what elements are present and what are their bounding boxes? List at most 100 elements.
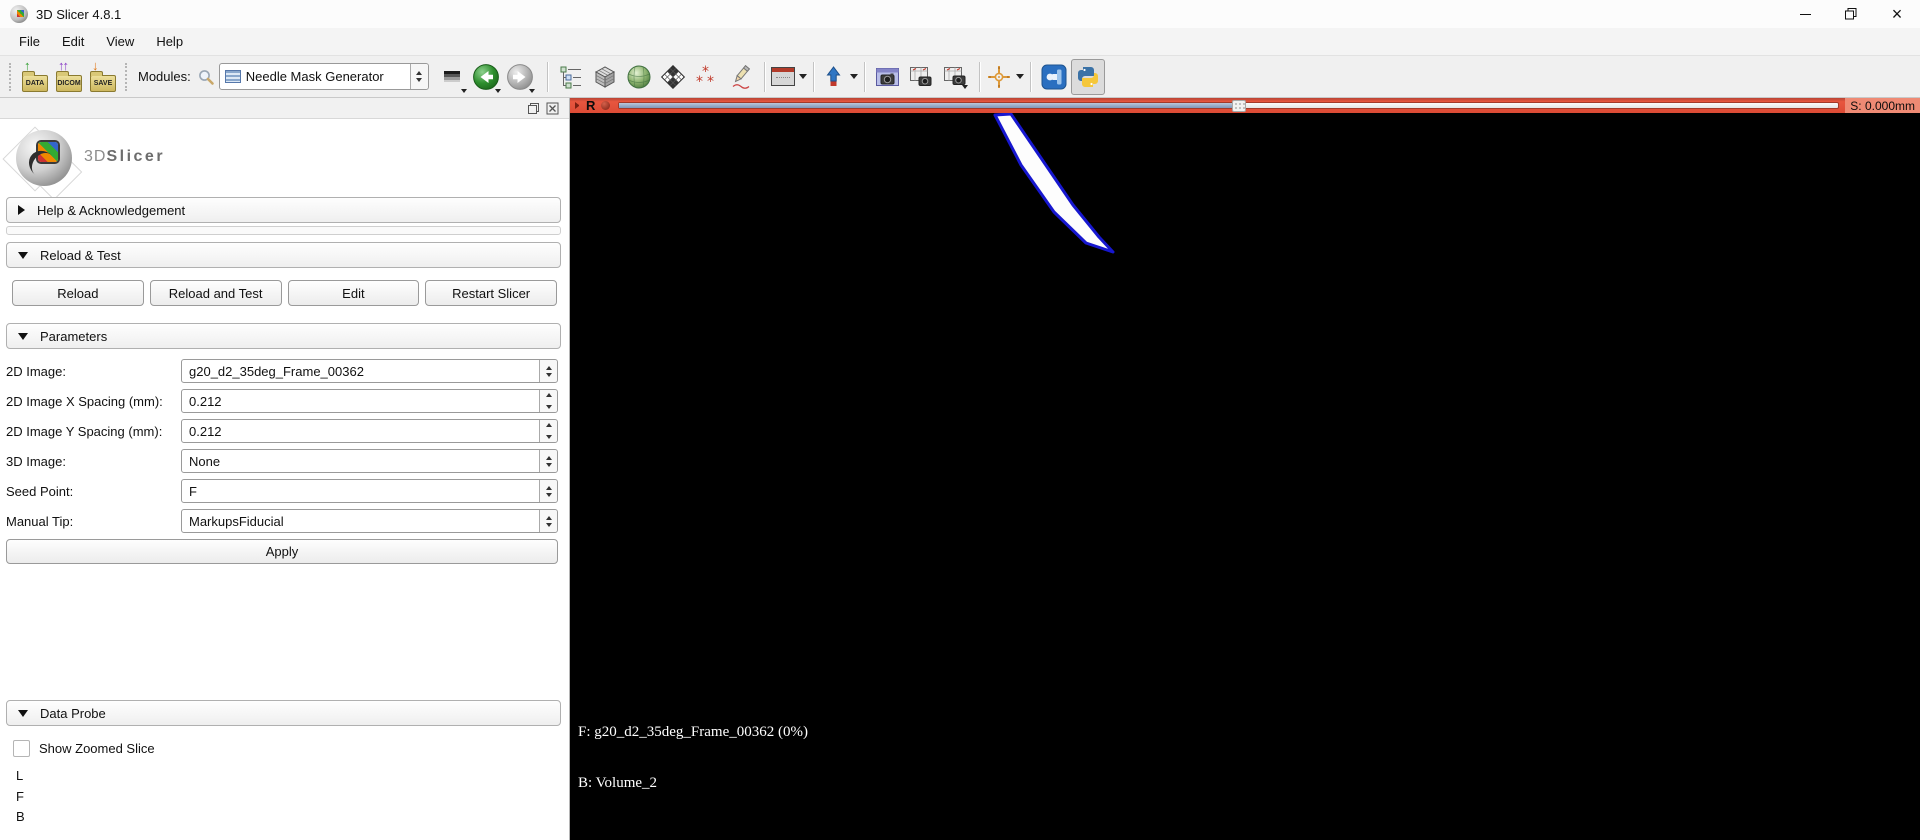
logo-text: 3DSlicer [84, 148, 166, 165]
toolbar-grip[interactable] [125, 62, 129, 91]
combo-arrows[interactable] [539, 360, 557, 382]
combo-arrows[interactable] [539, 510, 557, 532]
close-panel-icon[interactable] [546, 102, 559, 115]
window-title: 3D Slicer 4.8.1 [36, 6, 122, 22]
window-controls: × [1782, 0, 1920, 28]
markups-button[interactable]: * * * [690, 59, 724, 95]
dicom-folder-icon: DICOM [56, 70, 82, 92]
combo-value: None [189, 453, 221, 469]
slice-controller-bar: R S: 0.000mm [570, 98, 1920, 113]
reload-test-buttons: Reload Reload and Test Edit Restart Slic… [12, 280, 557, 306]
extensions-manager-button[interactable] [1037, 59, 1071, 95]
manual-tip-combo[interactable]: MarkupsFiducial [181, 509, 558, 533]
forward-icon [506, 63, 533, 90]
editor-button[interactable] [724, 59, 758, 95]
extensions-icon [1041, 64, 1067, 89]
crosshair-button[interactable] [986, 59, 1024, 95]
module-search-icon[interactable] [197, 68, 215, 86]
y-spacing-spinbox[interactable]: 0.212 [181, 419, 558, 443]
menu-bar: File Edit View Help [0, 28, 1920, 55]
dropdown-arrow-icon [798, 74, 807, 79]
collapsed-content-strip [6, 226, 561, 235]
combo-arrows[interactable] [539, 450, 557, 472]
python-console-button[interactable] [1070, 58, 1105, 95]
volumes-button[interactable] [588, 59, 622, 95]
slice-orientation-label: R [586, 98, 596, 113]
subject-hierarchy-icon [560, 66, 581, 88]
main-toolbar: ↑ DATA ↑↑ DICOM ↓ SAVE Modules: Needle M… [0, 55, 1920, 98]
edit-button[interactable]: Edit [287, 280, 420, 306]
menu-view[interactable]: View [95, 30, 145, 53]
param-label: Manual Tip: [6, 513, 74, 529]
toolbar-grip[interactable] [9, 62, 13, 91]
close-button[interactable]: × [1874, 0, 1920, 28]
models-sphere-icon [627, 65, 651, 88]
transforms-button[interactable] [656, 59, 690, 95]
combo-value: F [189, 483, 197, 499]
help-acknowledgement-section[interactable]: Help & Acknowledgement [6, 197, 561, 223]
fiducial-markups-icon: * * * [696, 64, 714, 90]
3d-image-combo[interactable]: None [181, 449, 558, 473]
module-forward-button[interactable] [503, 59, 537, 95]
back-icon [472, 63, 499, 90]
reload-test-section[interactable]: Reload & Test [6, 242, 561, 268]
scene-view-menu-button[interactable] [939, 59, 973, 95]
load-data-button[interactable]: ↑ DATA [18, 59, 52, 95]
collapse-pin-icon[interactable] [575, 102, 582, 109]
spinbox-value: 0.212 [189, 393, 222, 409]
slice-offset-slider[interactable] [618, 100, 1840, 112]
show-zoomed-slice-checkbox[interactable] [13, 740, 30, 757]
scene-view-camera-icon [910, 66, 932, 86]
layout-icon [770, 67, 795, 86]
menu-edit[interactable]: Edit [51, 30, 95, 53]
reload-and-test-button[interactable]: Reload and Test [149, 280, 282, 306]
slice-offset-value: S: 0.000mm [1845, 98, 1920, 113]
parameters-section[interactable]: Parameters [6, 323, 561, 349]
apply-button[interactable]: Apply [6, 539, 558, 564]
restore-button[interactable] [1828, 0, 1874, 28]
models-button[interactable] [622, 59, 656, 95]
subject-hierarchy-button[interactable] [554, 59, 588, 95]
restart-slicer-button[interactable]: Restart Slicer [425, 280, 557, 306]
dropdown-arrow-icon [1015, 74, 1024, 79]
module-history-button[interactable] [435, 59, 469, 95]
minimize-button[interactable] [1782, 0, 1828, 28]
dropdown-arrow-icon [494, 88, 501, 93]
screenshot-pin-button[interactable] [820, 59, 858, 95]
spin-arrows[interactable] [539, 420, 557, 442]
module-selector-combo[interactable]: Needle Mask Generator [218, 63, 429, 90]
module-back-button[interactable] [469, 59, 503, 95]
expanded-arrow-icon [18, 332, 28, 340]
seed-point-combo[interactable]: F [181, 479, 558, 503]
layout-selector-button[interactable] [770, 59, 807, 95]
red-slice-viewer[interactable]: R S: 0.000mm F: g20_d2_35deg_Frame_00362… [570, 98, 1920, 840]
spin-arrows[interactable] [539, 390, 557, 412]
slider-handle[interactable] [1231, 100, 1246, 112]
load-dicom-button[interactable]: ↑↑ DICOM [52, 59, 86, 95]
reload-button[interactable]: Reload [12, 280, 144, 306]
param-row-seed-point: Seed Point: F [6, 479, 558, 503]
toolbar-separator [1029, 61, 1031, 92]
history-icon [443, 71, 460, 82]
undock-panel-icon[interactable] [527, 102, 540, 115]
screenshot-button[interactable] [871, 59, 905, 95]
save-button[interactable]: ↓ SAVE [86, 59, 120, 95]
needle-segmentation-polygon [993, 112, 1115, 254]
combo-arrows[interactable] [539, 480, 557, 502]
view-menu-dot-icon[interactable] [601, 101, 611, 110]
menu-file[interactable]: File [8, 30, 51, 53]
combo-arrows[interactable] [409, 64, 428, 89]
module-selector-value: Needle Mask Generator [245, 69, 384, 84]
expanded-arrow-icon [18, 709, 28, 717]
module-icon [224, 70, 241, 83]
x-spacing-spinbox[interactable]: 0.212 [181, 389, 558, 413]
menu-help[interactable]: Help [145, 30, 194, 53]
close-icon: × [1891, 4, 1903, 24]
scene-view-button[interactable] [905, 59, 939, 95]
section-label: Help & Acknowledgement [37, 202, 186, 218]
data-folder-icon: DATA [22, 70, 48, 92]
checkbox-label: Show Zoomed Slice [39, 741, 155, 756]
modules-label: Modules: [138, 69, 191, 84]
data-probe-section[interactable]: Data Probe [6, 700, 561, 726]
2d-image-combo[interactable]: g20_d2_35deg_Frame_00362 [181, 359, 558, 383]
